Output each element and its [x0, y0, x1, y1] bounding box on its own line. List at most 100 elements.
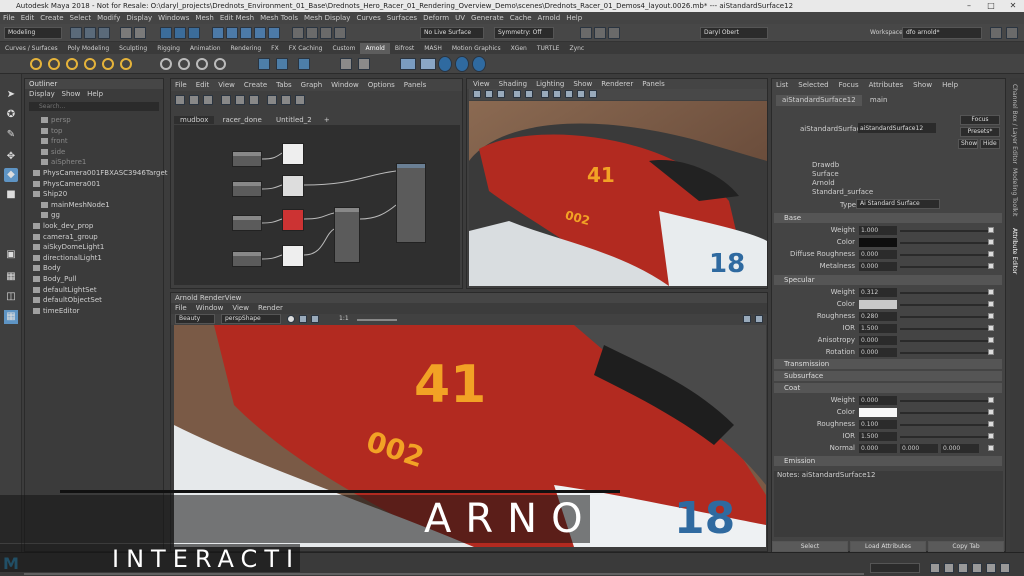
- color-swatch[interactable]: [859, 238, 897, 247]
- wireframe-icon[interactable]: [541, 90, 549, 98]
- viewport-menu-view[interactable]: View: [473, 80, 490, 88]
- rotate-tool-icon[interactable]: ◆: [4, 168, 18, 182]
- clear-graph-icon[interactable]: [221, 95, 231, 105]
- list-item[interactable]: directionalLight1: [25, 253, 102, 263]
- ai-license-icon[interactable]: [438, 56, 452, 72]
- ae-menu-help[interactable]: Help: [942, 81, 958, 89]
- renderview-menu-file[interactable]: File: [175, 304, 187, 312]
- shadows-icon[interactable]: [589, 90, 597, 98]
- list-item[interactable]: front: [25, 136, 68, 146]
- attr-slider[interactable]: [900, 230, 990, 232]
- select-object-icon[interactable]: [174, 27, 186, 39]
- shelf-tab-animation[interactable]: Animation: [185, 43, 226, 54]
- attr-value-x[interactable]: 0.000: [859, 444, 897, 453]
- outliner-menu-help[interactable]: Help: [87, 90, 103, 98]
- attr-value-field[interactable]: 0.000: [859, 262, 897, 271]
- map-button-icon[interactable]: [988, 421, 994, 427]
- utility-node[interactable]: [334, 207, 360, 263]
- attr-value-field[interactable]: 0.000: [859, 348, 897, 357]
- map-button-icon[interactable]: [988, 325, 994, 331]
- attr-slider[interactable]: [900, 340, 990, 342]
- type-select[interactable]: Ai Standard Surface: [856, 199, 940, 209]
- renderview-menu-view[interactable]: View: [232, 304, 249, 312]
- save-scene-icon[interactable]: [98, 27, 110, 39]
- list-item[interactable]: timeEditor: [25, 306, 80, 316]
- map-button-icon[interactable]: [988, 263, 994, 269]
- ae-menu-list[interactable]: List: [776, 81, 788, 89]
- crop-icon[interactable]: [311, 315, 319, 323]
- textured-icon[interactable]: [565, 90, 573, 98]
- list-item[interactable]: defaultLightSet: [25, 285, 97, 295]
- select-tool-icon[interactable]: ➤: [4, 88, 18, 102]
- shelf-tab-zync[interactable]: Zync: [564, 43, 589, 54]
- shelf-tab-rigging[interactable]: Rigging: [152, 43, 185, 54]
- ai-license-icon[interactable]: [455, 56, 469, 72]
- shelf-tab-sculpting[interactable]: Sculpting: [114, 43, 152, 54]
- menu-curves[interactable]: Curves: [356, 14, 380, 22]
- shelf-tab-curves-surfaces[interactable]: Curves / Surfaces: [0, 43, 63, 54]
- section-emission[interactable]: Emission: [774, 456, 1002, 466]
- attr-slider[interactable]: [900, 400, 990, 402]
- node-graph-editor[interactable]: [174, 125, 460, 285]
- menu-display[interactable]: Display: [126, 14, 152, 22]
- hypershade-menu-file[interactable]: File: [175, 81, 187, 89]
- list-item[interactable]: Body: [25, 263, 61, 273]
- ai-license-icon[interactable]: [472, 56, 486, 72]
- tab-modeling-toolkit[interactable]: Modeling Toolkit: [1011, 168, 1018, 216]
- map-button-icon[interactable]: [988, 227, 994, 233]
- color-swatch[interactable]: [859, 300, 897, 309]
- hypershade-menu-graph[interactable]: Graph: [301, 81, 322, 89]
- attr-slider[interactable]: [900, 254, 990, 256]
- user-account-button[interactable]: Daryl Obert: [700, 27, 768, 39]
- lasso-tool-icon[interactable]: ✪: [4, 108, 18, 122]
- menu-arnold[interactable]: Arnold: [538, 14, 561, 22]
- hide-button[interactable]: Hide: [980, 139, 1000, 149]
- paint-select-icon[interactable]: ✎: [4, 128, 18, 142]
- current-frame-field[interactable]: [870, 563, 920, 573]
- ai-physical-sky-icon[interactable]: [120, 58, 132, 70]
- file-node[interactable]: [232, 181, 262, 197]
- outliner-menu-display[interactable]: Display: [29, 90, 55, 98]
- redo-icon[interactable]: [134, 27, 146, 39]
- exposure-slider[interactable]: [357, 319, 397, 321]
- notes-area[interactable]: Notes: aiStandardSurface12: [774, 471, 1003, 537]
- ae-menu-show[interactable]: Show: [913, 81, 932, 89]
- camera-select[interactable]: perspShape: [221, 314, 281, 324]
- add-tab-button[interactable]: +: [320, 116, 334, 124]
- ai-photometric-light-icon[interactable]: [84, 58, 96, 70]
- viewport-menu-panels[interactable]: Panels: [642, 80, 665, 88]
- hypershade-menu-tabs[interactable]: Tabs: [276, 81, 292, 89]
- attr-value-field[interactable]: 0.280: [859, 312, 897, 321]
- menu-help[interactable]: Help: [566, 14, 582, 22]
- ai-render-icon[interactable]: [400, 58, 416, 70]
- texture-swatch-node[interactable]: [282, 175, 304, 197]
- history-icon[interactable]: [292, 27, 304, 39]
- menu-windows[interactable]: Windows: [158, 14, 189, 22]
- ai-texture-manager-icon[interactable]: [340, 58, 352, 70]
- menu-edit[interactable]: Edit: [21, 14, 35, 22]
- render-stop-icon[interactable]: [287, 315, 295, 323]
- refresh-icon[interactable]: [299, 315, 307, 323]
- select-hierarchy-icon[interactable]: [160, 27, 172, 39]
- section-coat[interactable]: Coat: [774, 383, 1002, 393]
- custom-layout-icon[interactable]: ▦: [4, 310, 18, 324]
- attr-slider[interactable]: [900, 424, 990, 426]
- settings-icon[interactable]: [755, 315, 763, 323]
- list-item[interactable]: mainMeshNode1: [25, 200, 110, 210]
- ai-area-light-icon[interactable]: [48, 58, 60, 70]
- hypershade-menu-view[interactable]: View: [218, 81, 235, 89]
- snap-point-icon[interactable]: [240, 27, 252, 39]
- attr-slider[interactable]: [900, 328, 990, 330]
- attr-slider[interactable]: [900, 316, 990, 318]
- shelf-tab-arnold[interactable]: Arnold: [360, 43, 390, 54]
- list-item[interactable]: defaultObjectSet: [25, 295, 102, 305]
- undo-icon[interactable]: [120, 27, 132, 39]
- single-perspective-layout-icon[interactable]: ▣: [4, 248, 18, 262]
- shelf-tab-turtle[interactable]: TURTLE: [532, 43, 565, 54]
- tab-channel-box[interactable]: Channel Box / Layer Editor: [1011, 84, 1018, 164]
- lights-icon[interactable]: [577, 90, 585, 98]
- render-settings-icon[interactable]: [334, 27, 346, 39]
- load-attributes-button[interactable]: Load Attributes: [850, 541, 926, 552]
- tab-racer-done[interactable]: racer_done: [217, 116, 268, 124]
- menu-file[interactable]: File: [3, 14, 15, 22]
